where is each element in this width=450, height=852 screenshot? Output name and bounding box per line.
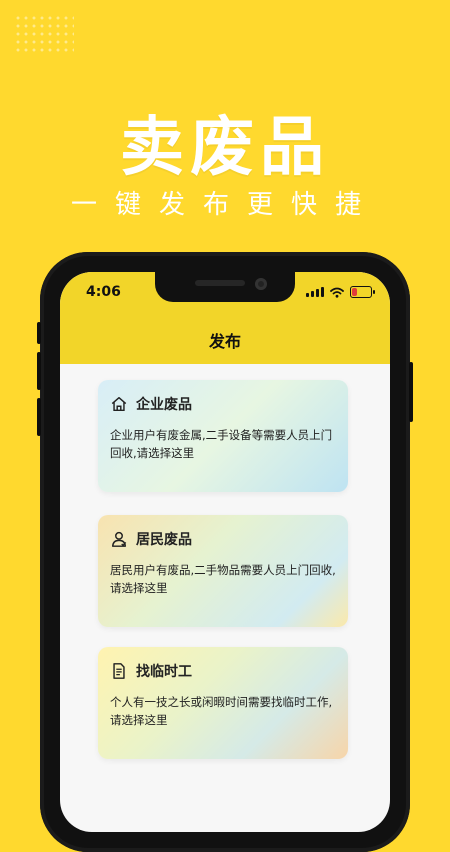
wifi-icon — [330, 287, 344, 298]
decorative-dots — [14, 14, 74, 54]
card-title: 企业废品 — [136, 397, 192, 413]
card-title: 居民废品 — [136, 532, 192, 548]
phone-screen: 4:06 发布 企业废品 企业用户有废金属,二手设备等需要人员上门回收,请选择这… — [60, 272, 390, 832]
notch — [155, 272, 295, 302]
card-title: 找临时工 — [136, 664, 192, 680]
status-icons — [306, 286, 375, 298]
card-find-temp-work[interactable]: 找临时工 个人有一技之长或闲暇时间需要找临时工作,请选择这里 — [98, 647, 348, 759]
card-description: 居民用户有废品,二手物品需要人员上门回收,请选择这里 — [110, 563, 336, 595]
document-icon — [113, 663, 125, 679]
promo-headline: 卖废品 — [120, 111, 330, 185]
card-description: 个人有一技之长或闲暇时间需要找临时工作,请选择这里 — [110, 695, 333, 727]
battery-icon — [350, 286, 375, 298]
page-title: 发布 — [208, 332, 241, 351]
app-header: 4:06 发布 — [60, 272, 390, 364]
card-resident-waste[interactable]: 居民废品 居民用户有废品,二手物品需要人员上门回收,请选择这里 — [98, 515, 348, 627]
house-icon — [111, 396, 127, 412]
promo-subline: 一键发布更快捷 — [70, 190, 379, 220]
card-description: 企业用户有废金属,二手设备等需要人员上门回收,请选择这里 — [110, 428, 333, 460]
signal-icon — [306, 287, 324, 297]
status-time: 4:06 — [86, 284, 121, 300]
card-enterprise-waste[interactable]: 企业废品 企业用户有废金属,二手设备等需要人员上门回收,请选择这里 — [98, 380, 348, 492]
person-icon — [111, 531, 127, 547]
